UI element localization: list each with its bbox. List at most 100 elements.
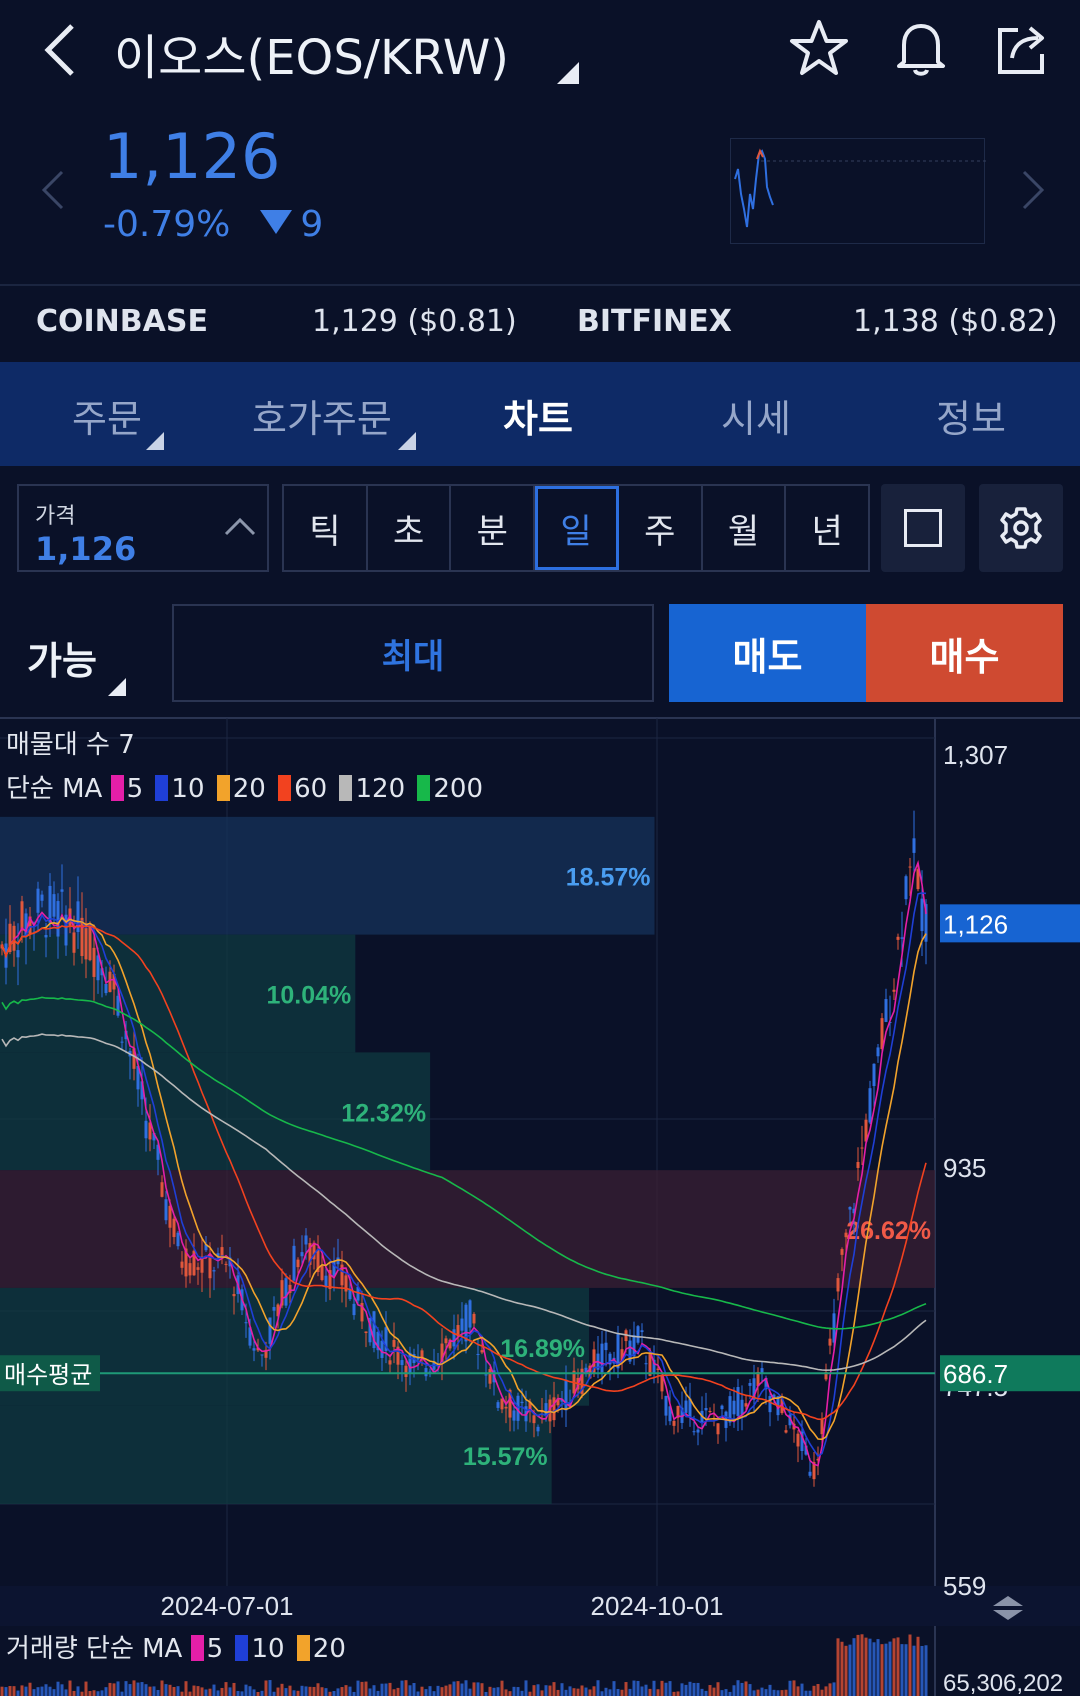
next-coin-icon[interactable] [1018, 168, 1048, 212]
volume-bar [392, 1689, 396, 1696]
volume-bar [772, 1689, 776, 1696]
volume-bar [840, 1641, 844, 1696]
volume-bar [660, 1680, 664, 1696]
available-menu-icon[interactable] [108, 678, 126, 696]
bell-icon[interactable] [890, 18, 952, 80]
volume-bar [832, 1682, 836, 1696]
back-arrow-icon[interactable] [40, 22, 80, 78]
volume-bar [508, 1691, 512, 1696]
previous-coin-icon[interactable] [38, 168, 68, 212]
volume-bar [44, 1684, 48, 1696]
volume-bar [56, 1681, 60, 1696]
period-day[interactable]: 일 [535, 486, 619, 570]
candle-body [180, 1261, 184, 1268]
ma-legend-item: 20 [216, 774, 266, 804]
volume-bar [896, 1637, 900, 1696]
order-bar: 가능 최대 매도 매수 [0, 586, 1080, 716]
volume-bar [148, 1686, 152, 1696]
period-year[interactable]: 년 [786, 486, 868, 570]
candle-body [116, 995, 120, 1016]
ma-legend-item: 60 [278, 774, 327, 804]
volume-bar [0, 1686, 4, 1696]
volume-bar [568, 1686, 572, 1696]
candle-body [300, 1252, 304, 1257]
period-tick[interactable]: 틱 [284, 486, 368, 570]
candle-body [716, 1423, 720, 1435]
volume-bar [180, 1691, 184, 1696]
volume-bar [448, 1684, 452, 1696]
volume-max-label: 65,306,202 [943, 1670, 1063, 1696]
tab-market[interactable]: 시세 [721, 388, 791, 443]
volume-bar [904, 1644, 908, 1696]
candle-body [64, 914, 68, 946]
volume-profile-label: 15.57% [463, 1443, 548, 1471]
volume-bar [636, 1680, 640, 1696]
period-minute[interactable]: 분 [451, 486, 536, 570]
candle-body [284, 1278, 288, 1306]
volume-bar [308, 1686, 312, 1696]
candle-body [104, 983, 108, 994]
tab-orderbook-order[interactable]: 호가주문 [252, 388, 392, 443]
candle-body [40, 894, 44, 901]
volume-bar [408, 1685, 412, 1696]
tab-chart[interactable]: 차트 [503, 388, 573, 443]
vol-ma-10-swatch [235, 1635, 249, 1661]
period-second[interactable]: 초 [368, 486, 452, 570]
volume-bar [236, 1690, 240, 1696]
tab-info[interactable]: 정보 [936, 388, 1006, 443]
available-label[interactable]: 가능 [27, 630, 97, 685]
page-title[interactable]: 이오스(EOS/KRW) [114, 18, 509, 88]
volume-bar [536, 1684, 540, 1696]
volume-bar [472, 1682, 476, 1696]
volume-bar [764, 1689, 768, 1696]
volume-bar [300, 1685, 304, 1696]
share-icon[interactable] [992, 18, 1054, 80]
avg-buy-label: 매수평균 [4, 1362, 92, 1389]
candle-body [672, 1420, 676, 1426]
period-week[interactable]: 주 [619, 486, 703, 570]
candle-body [196, 1267, 200, 1270]
vol-legend-item: 5 [190, 1634, 223, 1664]
y-tick-label: 559 [943, 1571, 986, 1601]
candle-body [460, 1318, 464, 1331]
candle-body [868, 1088, 872, 1123]
volume-bar [924, 1645, 928, 1696]
title-dropdown-icon[interactable] [557, 62, 579, 84]
volume-bar [820, 1689, 824, 1696]
candle-body [364, 1331, 368, 1334]
chart-settings-button[interactable] [979, 484, 1063, 572]
ma-60-label: 60 [294, 774, 328, 804]
sell-button[interactable]: 매도 [669, 604, 866, 702]
candle-body [604, 1342, 608, 1351]
tab-order-menu-icon[interactable] [146, 432, 164, 450]
price-chart[interactable]: 1,307935747.55592024-07-012024-10-01 18.… [0, 716, 1080, 1696]
volume-bar [792, 1680, 796, 1696]
volume-bar [292, 1690, 296, 1696]
tab-orderbook-menu-icon[interactable] [398, 432, 416, 450]
price-summary: 1,126 -0.79% 9 [0, 100, 1080, 284]
volume-bar [828, 1683, 832, 1696]
period-month[interactable]: 월 [703, 486, 787, 570]
max-button[interactable]: 최대 [172, 604, 654, 702]
vol-legend-item: 20 [296, 1634, 346, 1664]
candle-body [768, 1396, 772, 1413]
current-price: 1,126 [103, 120, 281, 193]
buy-button[interactable]: 매수 [866, 604, 1063, 702]
tab-order[interactable]: 주문 [72, 388, 142, 443]
volume-bar [688, 1681, 692, 1696]
volume-bar [540, 1690, 544, 1696]
fullscreen-button[interactable] [881, 484, 965, 572]
volume-bar [32, 1689, 36, 1696]
price-type-selector[interactable]: 가격 1,126 [17, 484, 269, 572]
volume-bar [580, 1685, 584, 1696]
volume-bar [16, 1690, 20, 1696]
volume-bar [724, 1689, 728, 1696]
vol-ma-20-swatch [296, 1635, 310, 1661]
volume-bar [320, 1687, 324, 1696]
volume-bar [612, 1681, 616, 1696]
star-icon[interactable] [788, 18, 850, 80]
volume-bar [112, 1683, 116, 1696]
volume-bar [740, 1682, 744, 1696]
current-price-label: 1,126 [943, 909, 1008, 939]
volume-bar [848, 1644, 852, 1696]
